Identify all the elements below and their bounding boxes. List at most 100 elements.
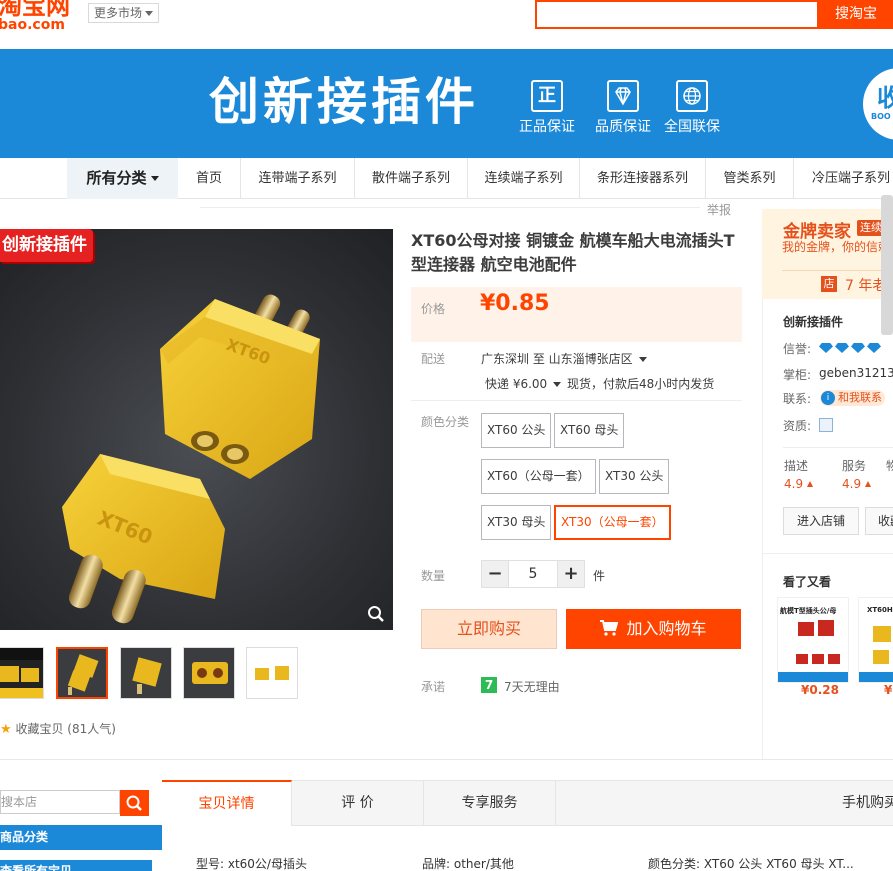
zoom-icon[interactable] xyxy=(367,605,385,626)
arrow-up-icon xyxy=(865,481,872,487)
tab-item-detail[interactable]: 宝贝详情 xyxy=(162,780,292,826)
store-search-button[interactable] xyxy=(120,790,149,816)
score-logistics-label: 物 xyxy=(886,459,893,473)
nav-item-tube[interactable]: 管类系列 xyxy=(706,158,794,199)
color-label: 颜色分类 xyxy=(421,415,470,429)
quantity-increase-button[interactable]: + xyxy=(557,560,585,588)
delivery-route-text: 广东深圳 至 山东淄博张店区 xyxy=(481,352,633,366)
score-desc-label: 描述 xyxy=(784,459,809,473)
product-title: XT60公母对接 铜镀金 航模车船大电流插头T型连接器 航空电池配件 xyxy=(411,231,735,274)
sku-option[interactable]: XT60（公母一套） xyxy=(481,459,596,494)
divider xyxy=(411,400,742,401)
thumbnail-4[interactable] xyxy=(183,647,235,699)
quantity-unit: 件 xyxy=(593,569,606,583)
tab-mobile-buy[interactable]: 手机购买 xyxy=(820,780,893,826)
sku-option[interactable]: XT30 公头 xyxy=(599,459,670,494)
diamond-icon xyxy=(607,80,639,112)
recommended-item[interactable]: 航模T型插头公/母 xyxy=(777,597,849,683)
sku-option[interactable]: XT60 母头 xyxy=(554,413,625,448)
nav-item-loose-terminal[interactable]: 散件端子系列 xyxy=(355,158,468,199)
star-icon: ★ xyxy=(0,722,12,737)
badge-genuine: 正 正品保证 xyxy=(509,80,585,136)
chevron-down-icon xyxy=(145,11,154,16)
more-market-label: 更多市场 xyxy=(94,6,143,20)
qualification-label: 资质: xyxy=(783,419,812,433)
credit-label: 信誉: xyxy=(783,342,812,356)
recommended-item[interactable]: XT60H-F xyxy=(858,597,893,683)
thumbnail-1[interactable] xyxy=(0,647,44,699)
nav-item-bar-connector[interactable]: 条形连接器系列 xyxy=(580,158,706,199)
promise-text[interactable]: 7天无理由 xyxy=(504,678,560,695)
sku-option[interactable]: XT30 母头 xyxy=(481,505,552,540)
favorite-count: 收藏宝贝 (81人气) xyxy=(15,722,116,736)
tab-exclusive-service[interactable]: 专享服务 xyxy=(424,780,556,826)
shop-label-badge: 创新接插件 xyxy=(0,229,93,262)
nav-item-terminal-belt[interactable]: 连带端子系列 xyxy=(241,158,355,199)
express-fee[interactable]: 快递 ¥6.00 xyxy=(485,375,562,392)
report-link[interactable]: 举报 xyxy=(707,201,731,218)
badge-quality: 品质保证 xyxy=(585,80,661,136)
credit-diamonds[interactable] xyxy=(819,342,883,356)
thumbnail-5[interactable] xyxy=(246,647,298,699)
shop-name[interactable]: 创新接插件 xyxy=(783,313,843,330)
chevron-down-icon xyxy=(553,382,562,387)
nav-item-home[interactable]: 首页 xyxy=(178,158,241,199)
badge-label: 正品保证 xyxy=(519,119,575,135)
badge-warranty: 全国联保 xyxy=(654,80,730,136)
diamond-icon xyxy=(851,343,865,353)
quantity-input[interactable]: 5 xyxy=(509,560,557,588)
taobao-logo[interactable]: 淘宝网 bao.com xyxy=(0,0,70,32)
gold-seller-slogan: 我的金牌，你的信赖 xyxy=(782,240,891,254)
score-desc-number: 4.9 xyxy=(784,477,804,491)
chevron-down-icon xyxy=(638,357,647,362)
divider xyxy=(0,759,893,760)
collect-shop-button[interactable]: 收藏店铺 xyxy=(865,507,893,535)
thumbnail-2-selected[interactable] xyxy=(56,647,108,699)
more-market-dropdown[interactable]: 更多市场 xyxy=(88,3,160,23)
price-value: ¥0.85 xyxy=(480,291,550,316)
side-toolbar-handle[interactable] xyxy=(881,195,893,335)
price-label: 价格 xyxy=(421,302,446,316)
favorite-item[interactable]: ★ 收藏宝贝 (81人气) xyxy=(0,720,116,737)
category-view-all[interactable]: 查看所有宝贝 xyxy=(0,860,152,871)
quantity-label: 数量 xyxy=(421,569,446,583)
cart-icon xyxy=(600,611,619,651)
nav-all-label: 所有分类 xyxy=(86,169,147,187)
tab-reviews[interactable]: 评 价 xyxy=(292,780,424,826)
search-input[interactable] xyxy=(535,0,819,29)
divider xyxy=(200,207,700,208)
contact-seller-label: 和我联系 xyxy=(838,391,882,404)
divider xyxy=(783,447,893,448)
add-to-cart-label: 加入购物车 xyxy=(626,619,707,638)
search-icon xyxy=(126,795,142,811)
contact-seller-button[interactable]: i 和我联系 xyxy=(820,390,885,406)
sku-option-selected[interactable]: XT30（公母一套） xyxy=(554,505,671,540)
seller-name[interactable]: geben3121363 xyxy=(819,366,893,380)
collect-shop-circle[interactable]: 收 BOO xyxy=(863,68,893,140)
also-viewed-title: 看了又看 xyxy=(783,575,832,589)
store-search-input[interactable]: 搜本店 xyxy=(0,790,120,814)
quantity-decrease-button[interactable]: − xyxy=(481,560,509,588)
price-box: 价格 ¥0.85 xyxy=(411,287,742,342)
nav-item-cold-press[interactable]: 冷压端子系列 xyxy=(794,158,893,199)
seven-day-return-icon: 7 xyxy=(481,677,497,693)
thumbnail-3[interactable] xyxy=(120,647,172,699)
badge-label: 全国联保 xyxy=(664,119,720,135)
search-button[interactable]: 搜淘宝 xyxy=(819,0,893,29)
license-icon[interactable] xyxy=(819,418,833,432)
delivery-route[interactable]: 广东深圳 至 山东淄博张店区 xyxy=(481,350,647,367)
main-product-image[interactable]: XT60 XT60 xyxy=(0,229,393,630)
nav-item-continuous-terminal[interactable]: 连续端子系列 xyxy=(468,158,580,199)
enter-shop-button[interactable]: 进入店铺 xyxy=(783,507,859,535)
diamond-icon xyxy=(819,343,833,353)
sku-option[interactable]: XT60 公头 xyxy=(481,413,552,448)
nav-all-categories[interactable]: 所有分类 xyxy=(67,158,178,199)
genuine-icon: 正 xyxy=(531,80,563,112)
attr-model: 型号: xt60公/母插头 xyxy=(196,857,307,871)
logo-domain: bao.com xyxy=(0,17,65,33)
add-to-cart-button[interactable]: 加入购物车 xyxy=(566,609,741,649)
category-view-all-label: 查看所有宝贝 xyxy=(0,864,73,871)
attr-brand: 品牌: other/其他 xyxy=(422,857,514,871)
buy-now-button[interactable]: 立即购买 xyxy=(421,609,557,649)
score-service-label: 服务 xyxy=(842,459,867,473)
